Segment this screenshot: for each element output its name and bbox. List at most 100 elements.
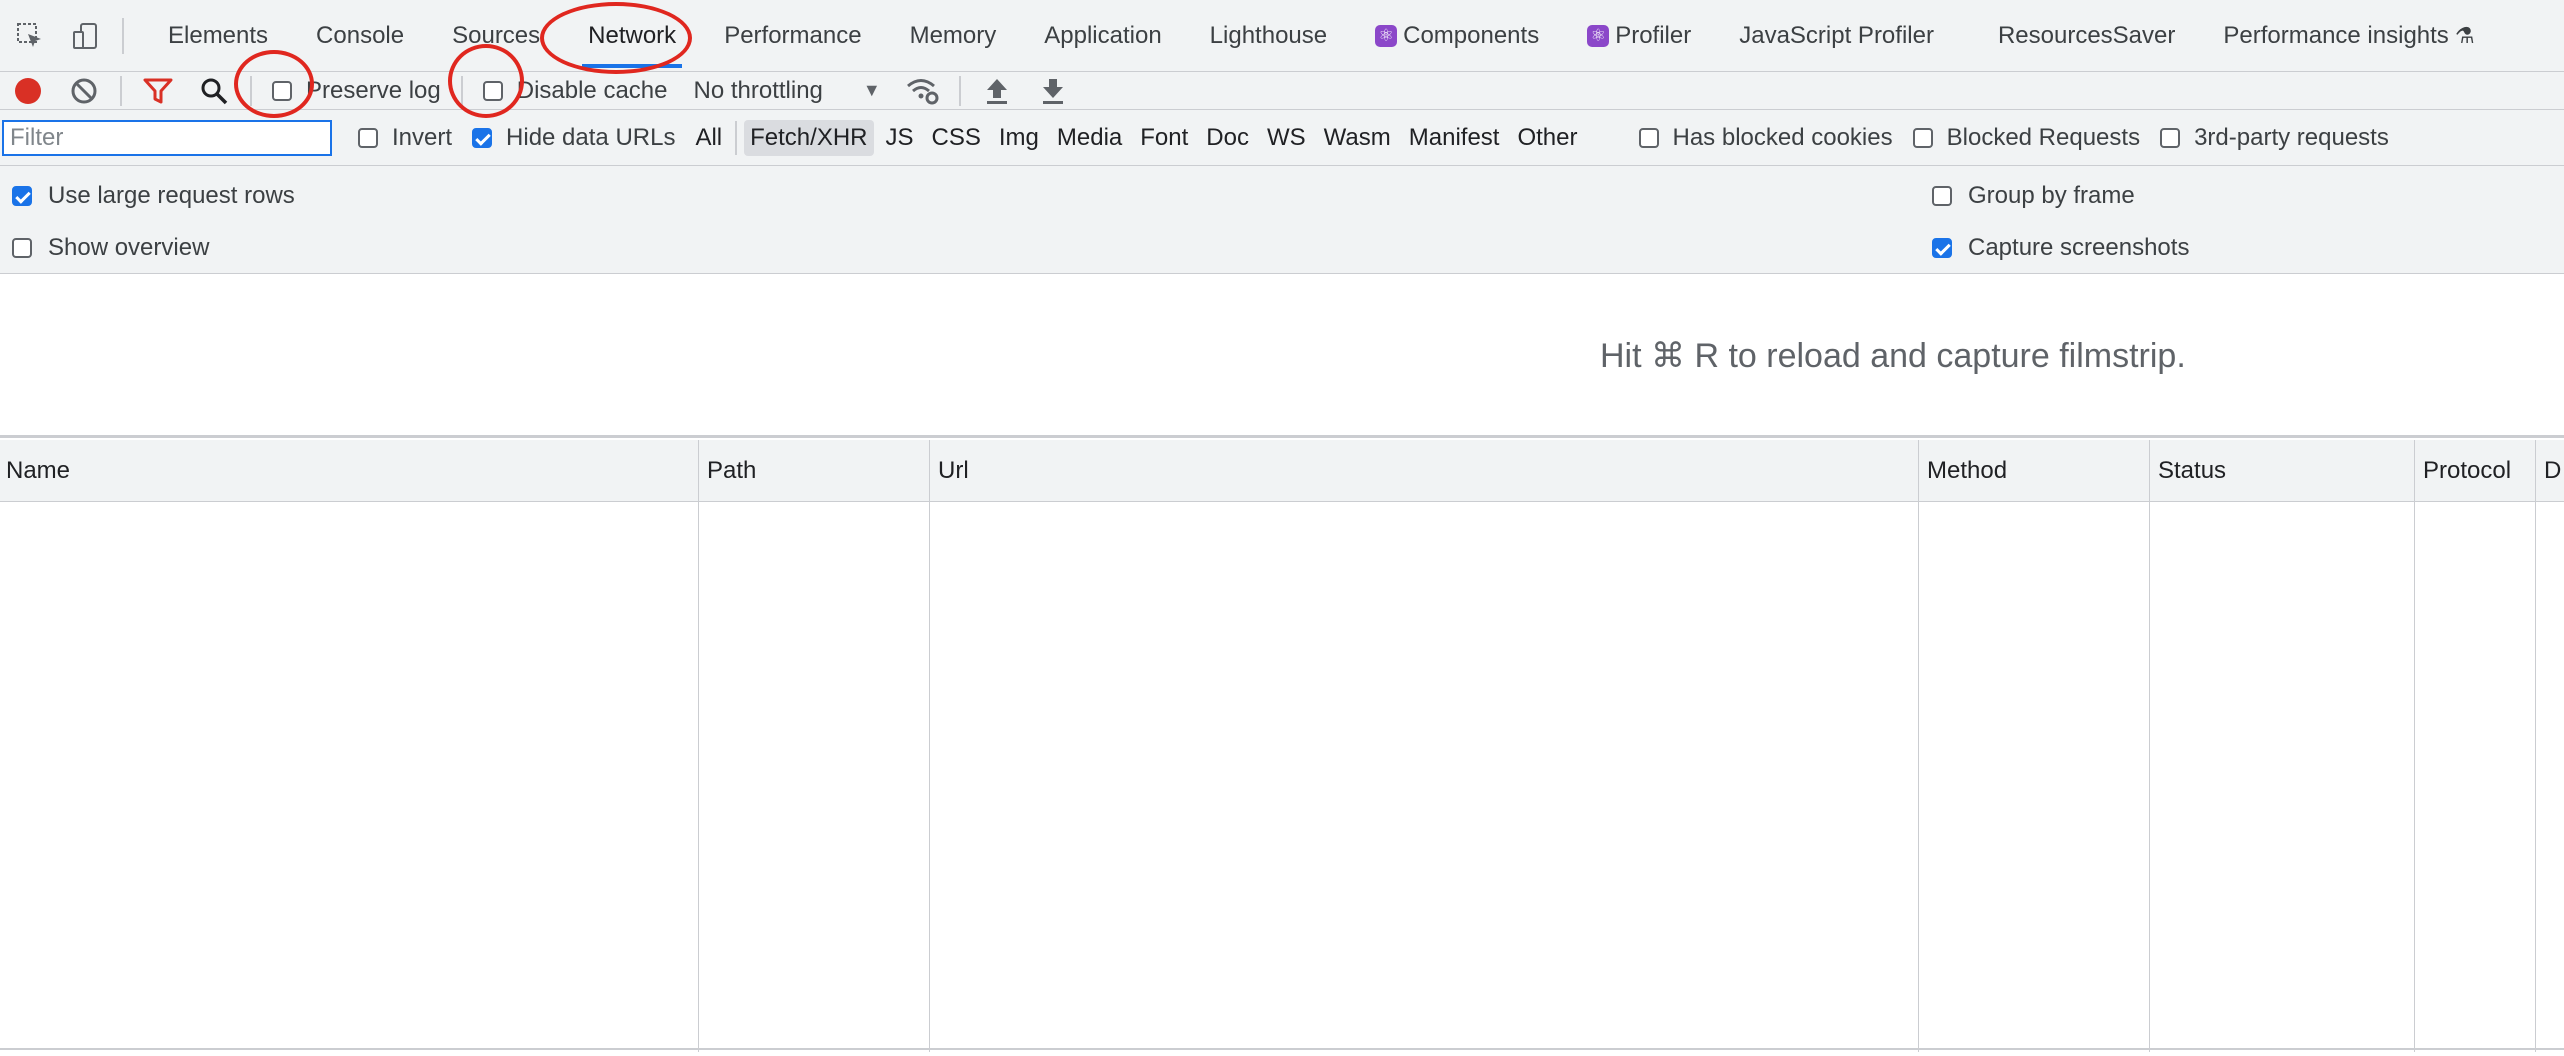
column-header-url[interactable]: Url xyxy=(932,440,1918,502)
clear-button[interactable] xyxy=(56,72,112,110)
table-header: Name Path Url Method Status Protocol D xyxy=(0,440,2564,502)
preserve-log-checkbox[interactable] xyxy=(272,80,292,101)
tab-performance[interactable]: Performance xyxy=(700,0,885,72)
disable-cache-option[interactable]: Disable cache xyxy=(471,77,680,105)
throttling-select[interactable]: No throttling ▼ xyxy=(679,77,894,105)
column-divider[interactable] xyxy=(1918,440,1919,1052)
type-filter-fetch-xhr[interactable]: Fetch/XHR xyxy=(744,119,874,156)
tab-resourcessaver[interactable]: ResourcesSaver xyxy=(1974,0,2199,72)
column-header-status[interactable]: Status xyxy=(2152,440,2414,502)
capture-screenshots-option[interactable]: Capture screenshots xyxy=(1932,234,2189,262)
tab-memory[interactable]: Memory xyxy=(886,0,1021,72)
toolbar-separator xyxy=(958,75,961,106)
filter-bar: Invert Hide data URLs All Fetch/XHR JS C… xyxy=(0,110,2564,166)
column-divider[interactable] xyxy=(2414,440,2415,1052)
export-har-button[interactable] xyxy=(1025,72,1081,110)
show-overview-option[interactable]: Show overview xyxy=(12,234,209,262)
invert-option[interactable]: Invert xyxy=(358,124,452,152)
type-filter-all[interactable]: All xyxy=(689,120,728,156)
type-filter-js[interactable]: JS xyxy=(880,120,920,156)
toolbar-separator xyxy=(120,75,122,106)
blocked-requests-label: Blocked Requests xyxy=(1946,123,2141,151)
third-party-requests-checkbox[interactable] xyxy=(2160,127,2181,148)
tab-profiler[interactable]: ⚛ Profiler xyxy=(1563,0,1715,72)
large-rows-checkbox[interactable] xyxy=(12,186,32,206)
blocked-requests-option[interactable]: Blocked Requests xyxy=(1912,123,2141,152)
preserve-log-option[interactable]: Preserve log xyxy=(260,77,453,105)
type-filter-media[interactable]: Media xyxy=(1051,120,1128,156)
disable-cache-label: Disable cache xyxy=(516,76,668,104)
type-filter-img[interactable]: Img xyxy=(993,120,1045,156)
type-filter-css[interactable]: CSS xyxy=(926,120,987,156)
tab-label: Memory xyxy=(909,21,997,49)
large-rows-option[interactable]: Use large request rows xyxy=(12,182,295,210)
preserve-log-label: Preserve log xyxy=(306,76,441,104)
tab-lighthouse[interactable]: Lighthouse xyxy=(1186,0,1351,72)
column-header-d[interactable]: D xyxy=(2538,440,2564,502)
invert-label: Invert xyxy=(392,123,453,151)
column-divider[interactable] xyxy=(2149,440,2150,1052)
has-blocked-cookies-checkbox[interactable] xyxy=(1638,127,1659,148)
column-divider[interactable] xyxy=(929,440,930,1052)
filter-icon xyxy=(143,78,173,103)
type-filter-ws[interactable]: WS xyxy=(1261,120,1312,156)
group-by-frame-option[interactable]: Group by frame xyxy=(1932,182,2135,210)
tab-label: Elements xyxy=(168,21,269,49)
tab-label: Sources xyxy=(452,21,541,49)
tab-label: Lighthouse xyxy=(1209,21,1328,49)
devtools-tab-bar: Elements Console Sources Network Perform… xyxy=(0,0,2564,72)
column-divider[interactable] xyxy=(2535,440,2536,1052)
third-party-requests-option[interactable]: 3rd-party requests xyxy=(2160,124,2389,152)
blocked-requests-checkbox[interactable] xyxy=(1912,127,1933,148)
type-filter-font[interactable]: Font xyxy=(1134,120,1194,156)
capture-screenshots-checkbox[interactable] xyxy=(1932,238,1952,258)
toolbar-separator xyxy=(250,75,252,106)
type-filter-other[interactable]: Other xyxy=(1511,120,1583,156)
search-icon xyxy=(201,78,228,104)
import-har-button[interactable] xyxy=(969,72,1025,110)
hide-data-urls-option[interactable]: Hide data URLs xyxy=(472,124,675,152)
tab-sources[interactable]: Sources xyxy=(428,0,564,72)
request-table: Name Path Url Method Status Protocol D xyxy=(0,440,2564,1052)
experiment-flask-icon: ⚗ xyxy=(2454,22,2475,48)
column-header-path[interactable]: Path xyxy=(701,440,929,502)
invert-checkbox[interactable] xyxy=(358,127,378,148)
clear-icon xyxy=(71,78,97,103)
type-filter-manifest[interactable]: Manifest xyxy=(1403,120,1506,156)
type-filter-doc[interactable]: Doc xyxy=(1200,120,1255,156)
column-header-name[interactable]: Name xyxy=(0,440,698,502)
record-button[interactable] xyxy=(0,72,56,110)
search-button[interactable] xyxy=(186,72,242,110)
hide-data-urls-checkbox[interactable] xyxy=(472,127,493,148)
network-toolbar: Preserve log Disable cache No throttling… xyxy=(0,72,2564,110)
tab-elements[interactable]: Elements xyxy=(144,0,292,72)
tab-label: Network xyxy=(588,21,677,49)
column-header-method[interactable]: Method xyxy=(1921,440,2149,502)
tab-application[interactable]: Application xyxy=(1020,0,1185,72)
tab-label: Components xyxy=(1403,21,1540,49)
inspect-element-icon[interactable] xyxy=(2,0,58,72)
tab-network[interactable]: Network xyxy=(564,0,700,72)
hide-data-urls-label: Hide data URLs xyxy=(506,123,676,151)
tab-label: Performance xyxy=(724,21,862,49)
show-overview-checkbox[interactable] xyxy=(12,238,32,258)
tab-components[interactable]: ⚛ Components xyxy=(1351,0,1563,72)
has-blocked-cookies-option[interactable]: Has blocked cookies xyxy=(1638,124,1893,152)
download-icon xyxy=(1042,78,1063,104)
disable-cache-checkbox[interactable] xyxy=(482,80,503,101)
filter-input[interactable] xyxy=(2,119,332,156)
tabbar-separator xyxy=(122,17,124,54)
tab-javascript-profiler[interactable]: JavaScript Profiler xyxy=(1715,0,1958,72)
tab-label: Performance insights xyxy=(2223,21,2449,49)
network-conditions-button[interactable] xyxy=(895,72,951,110)
tab-performance-insights[interactable]: Performance insights ⚗ xyxy=(2199,0,2498,72)
filter-toggle-button[interactable] xyxy=(130,72,186,110)
device-toolbar-icon[interactable] xyxy=(58,0,114,72)
column-header-protocol[interactable]: Protocol xyxy=(2417,440,2535,502)
tab-console[interactable]: Console xyxy=(292,0,428,72)
column-divider[interactable] xyxy=(698,440,699,1052)
type-filter-wasm[interactable]: Wasm xyxy=(1318,120,1397,156)
group-by-frame-checkbox[interactable] xyxy=(1932,186,1952,206)
react-icon: ⚛ xyxy=(1587,24,1610,47)
filmstrip-message: Hit ⌘ R to reload and capture filmstrip. xyxy=(1600,337,2186,375)
